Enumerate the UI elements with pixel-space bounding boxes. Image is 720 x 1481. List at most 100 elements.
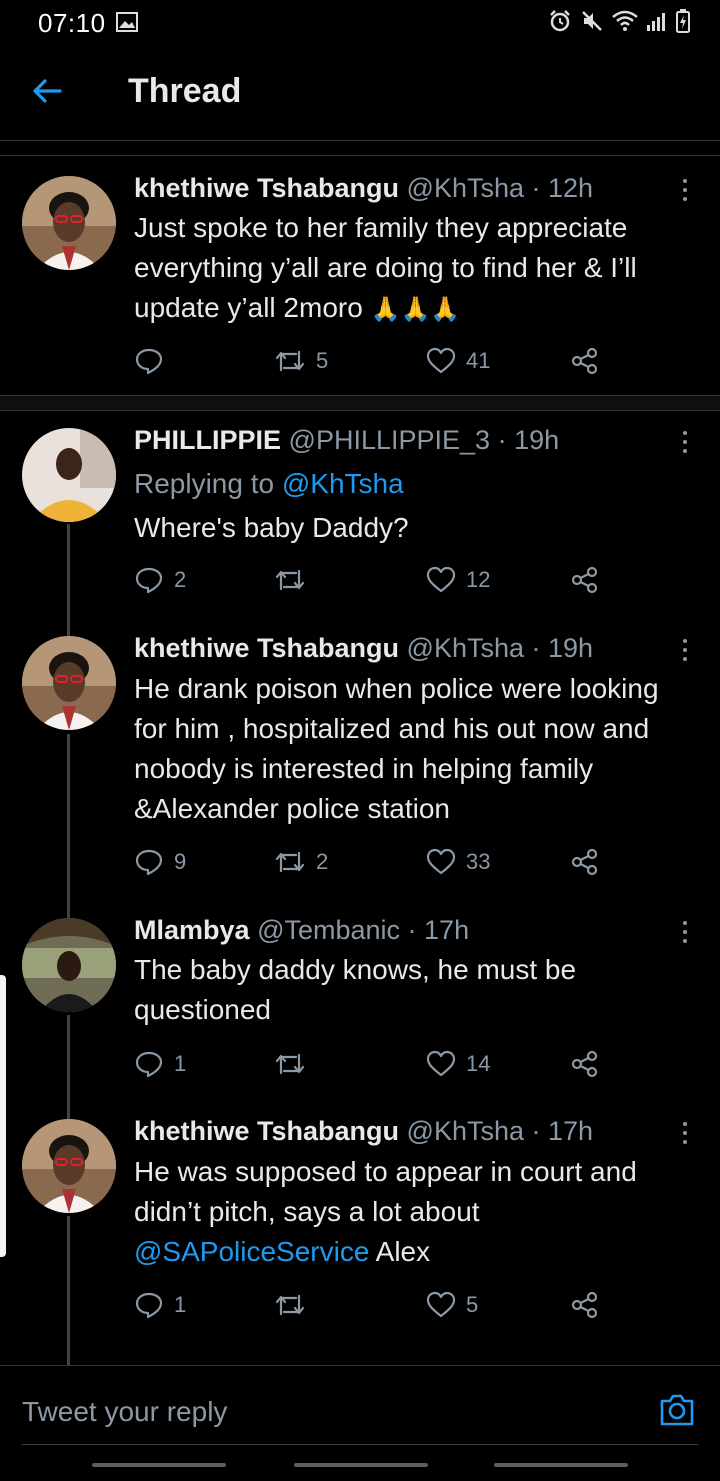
tweet-actions: 5 41	[134, 341, 614, 381]
tweet-time: · 12h	[531, 173, 594, 203]
share-button[interactable]	[570, 842, 600, 882]
input-underline	[22, 1444, 698, 1445]
author-handle[interactable]: @KhTsha	[407, 173, 524, 203]
tweet-text: Just spoke to her family they appreciate…	[134, 212, 637, 323]
reply-icon	[135, 1051, 163, 1078]
avatar-image	[22, 428, 116, 522]
tweet-header: Mlambya @Tembanic · 17h	[134, 915, 650, 946]
avatar-image	[22, 176, 116, 270]
author-handle[interactable]: @KhTsha	[407, 633, 524, 663]
tweet-header: khethiwe Tshabangu @KhTsha · 17h	[134, 1116, 650, 1147]
tweet-time: · 19h	[531, 633, 594, 663]
author-name[interactable]: khethiwe Tshabangu	[134, 1116, 399, 1146]
status-time: 07:10	[38, 8, 106, 38]
thread-line	[67, 1216, 70, 1366]
retweet-icon	[275, 1053, 305, 1075]
retweet-button[interactable]: 2	[274, 842, 328, 882]
tweet-text: Where's baby Daddy?	[134, 512, 409, 543]
signal-icon	[647, 13, 665, 31]
author-name[interactable]: PHILLIPPIE	[134, 425, 281, 455]
reply-button[interactable]: 9	[134, 842, 186, 882]
author-name[interactable]: Mlambya	[134, 915, 250, 945]
tweet-time: · 19h	[497, 425, 560, 455]
thread-line	[67, 524, 70, 636]
more-options-icon[interactable]	[672, 912, 698, 952]
heart-icon	[426, 566, 456, 593]
reply-button[interactable]: 1	[134, 1044, 186, 1084]
retweet-icon	[275, 350, 305, 372]
reply-icon	[135, 1292, 163, 1319]
share-button[interactable]	[570, 341, 600, 381]
status-bar: 07:10	[0, 0, 720, 46]
thread-separator	[0, 395, 720, 411]
gallery-notification-icon	[116, 12, 138, 32]
nav-recents-pill[interactable]	[92, 1463, 226, 1467]
avatar-image	[22, 918, 116, 1012]
nav-home-pill[interactable]	[294, 1463, 428, 1467]
nav-back-pill[interactable]	[494, 1463, 628, 1467]
more-options-icon[interactable]	[672, 1113, 698, 1153]
retweet-button[interactable]: 5	[274, 341, 328, 381]
tweet-actions: 1 5	[134, 1285, 614, 1325]
heart-icon	[426, 347, 456, 374]
like-button[interactable]: 41	[426, 341, 490, 381]
tweet-main[interactable]: khethiwe Tshabangu @KhTsha · 12h Just sp…	[0, 160, 720, 396]
share-icon	[571, 566, 598, 594]
avatar[interactable]	[22, 636, 116, 730]
reply-button[interactable]: 2	[134, 560, 186, 600]
retweet-button[interactable]	[274, 1285, 316, 1325]
tweet-header: PHILLIPPIE @PHILLIPPIE_3 · 19h	[134, 425, 650, 456]
retweet-button[interactable]	[274, 560, 316, 600]
retweet-button[interactable]	[274, 1044, 316, 1084]
retweet-icon	[275, 1294, 305, 1316]
author-name[interactable]: khethiwe Tshabangu	[134, 633, 399, 663]
author-handle[interactable]: @KhTsha	[407, 1116, 524, 1146]
alarm-icon	[550, 10, 570, 32]
share-button[interactable]	[570, 1285, 600, 1325]
avatar[interactable]	[22, 918, 116, 1012]
share-icon	[571, 1050, 598, 1078]
more-options-icon[interactable]	[672, 630, 698, 670]
mute-icon	[582, 11, 602, 31]
system-nav-bar	[0, 1450, 720, 1480]
avatar[interactable]	[22, 1119, 116, 1213]
more-options-icon[interactable]	[672, 170, 698, 210]
like-button[interactable]: 12	[426, 560, 490, 600]
reply-icon	[135, 348, 163, 375]
author-name[interactable]: khethiwe Tshabangu	[134, 173, 399, 203]
share-button[interactable]	[570, 1044, 600, 1084]
like-button[interactable]: 14	[426, 1044, 490, 1084]
mention-link[interactable]: @SAPoliceService	[134, 1236, 369, 1267]
heart-icon	[426, 1050, 456, 1077]
like-button[interactable]: 5	[426, 1285, 478, 1325]
author-handle[interactable]: @Tembanic	[257, 915, 400, 945]
mention-link[interactable]: @KhTsha	[282, 468, 404, 499]
reply-button[interactable]: 1	[134, 1285, 186, 1325]
thread-line	[67, 1015, 70, 1119]
heart-icon	[426, 848, 456, 875]
back-arrow-icon[interactable]	[30, 74, 64, 108]
share-icon	[571, 848, 598, 876]
reply-input[interactable]	[22, 1390, 622, 1434]
more-options-icon[interactable]	[672, 422, 698, 462]
share-button[interactable]	[570, 560, 600, 600]
tweet-text: He was supposed to appear in court and d…	[134, 1156, 637, 1267]
thread-line	[67, 734, 70, 918]
tweet-text: The baby daddy knows, he must be questio…	[134, 954, 577, 1025]
author-handle[interactable]: @PHILLIPPIE_3	[289, 425, 491, 455]
avatar[interactable]	[22, 428, 116, 522]
camera-icon[interactable]	[658, 1392, 696, 1428]
tweet-text: He drank poison when police were looking…	[134, 673, 659, 824]
reply-button[interactable]	[134, 341, 174, 381]
battery-icon	[676, 9, 690, 33]
avatar[interactable]	[22, 176, 116, 270]
emoji: 🙏🙏🙏	[370, 296, 461, 323]
app-header: Thread	[0, 46, 720, 141]
like-button[interactable]: 33	[426, 842, 490, 882]
tweet-time: · 17h	[407, 915, 470, 945]
edge-panel-handle[interactable]	[0, 975, 6, 1257]
avatar-image	[22, 636, 116, 730]
tweet-actions: 9 2 33	[134, 842, 614, 882]
wifi-icon	[612, 10, 638, 31]
retweet-icon	[275, 569, 305, 591]
